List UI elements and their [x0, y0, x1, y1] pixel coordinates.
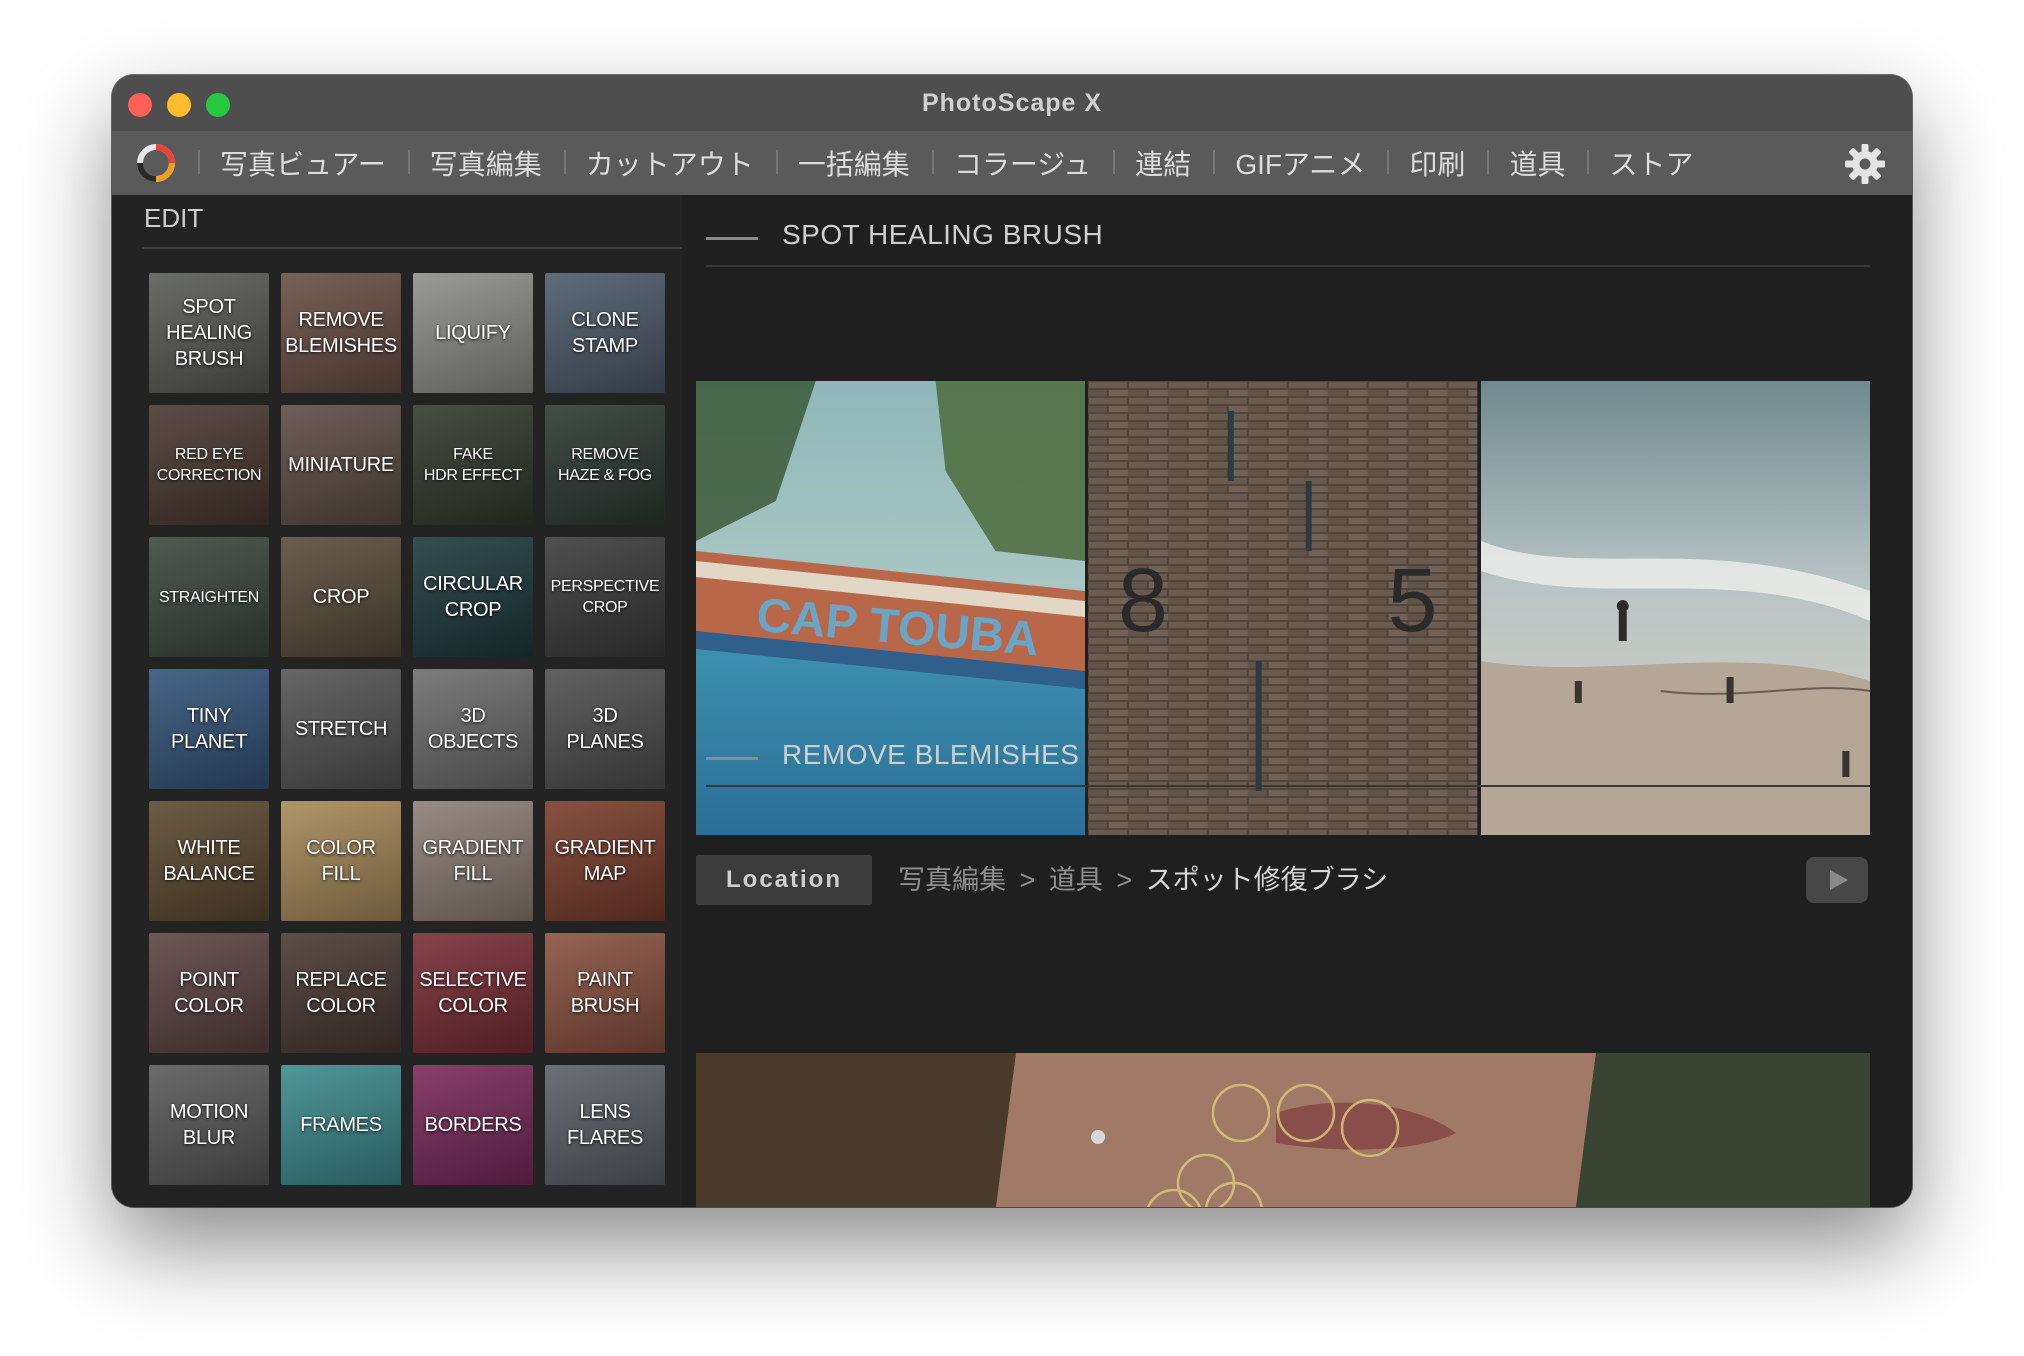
- section-dash: [706, 237, 758, 240]
- section-header-spot-healing: SPOT HEALING BRUSH: [694, 205, 1870, 269]
- tool-tile-label: CROP: [312, 586, 370, 608]
- menu-item[interactable]: 写真ビュアー: [198, 143, 408, 183]
- tool-tile[interactable]: MOTION BLUR: [149, 1065, 269, 1185]
- tool-tile[interactable]: STRAIGHTEN: [149, 537, 269, 657]
- tool-tile[interactable]: COLOR FILL: [281, 801, 401, 921]
- tool-tile[interactable]: PERSPECTIVE CROP: [545, 537, 665, 657]
- tool-tile[interactable]: BORDERS: [413, 1065, 533, 1185]
- tool-tile-label: RED EYE CORRECTION: [156, 446, 262, 484]
- title-bar: PhotoScape X: [112, 75, 1912, 132]
- top-menu-bar: 写真ビュアー 写真編集 カットアウト 一括編集 コラージュ 連結 GIFアニメ 印刷 道具 ストア: [112, 131, 1912, 195]
- menu-item[interactable]: 写真編集: [407, 143, 564, 183]
- tool-tile[interactable]: WHITE BALANCE: [149, 801, 269, 921]
- tool-tile-label: 3D PLANES: [566, 705, 644, 753]
- tool-tile-label: REMOVE BLEMISHES: [285, 309, 397, 357]
- tool-tile[interactable]: RED EYE CORRECTION: [149, 405, 269, 525]
- tool-tile[interactable]: TINY PLANET: [149, 669, 269, 789]
- tool-tile-label: SELECTIVE COLOR: [419, 969, 527, 1017]
- section-title: REMOVE BLEMISHES: [782, 739, 1080, 770]
- menu-item[interactable]: 印刷: [1387, 143, 1487, 183]
- tool-tile-label: TINY PLANET: [170, 705, 247, 753]
- section-divider: [706, 785, 1870, 787]
- tool-tile[interactable]: 3D PLANES: [545, 669, 665, 789]
- tool-tile[interactable]: MINIATURE: [281, 405, 401, 525]
- menu-item[interactable]: コラージュ: [931, 143, 1113, 183]
- tool-tile[interactable]: CLONE STAMP: [545, 273, 665, 393]
- tool-tile-label: FAKE HDR EFFECT: [423, 446, 523, 484]
- play-icon: [1830, 870, 1848, 890]
- tool-tile-label: LENS FLARES: [566, 1101, 643, 1149]
- tool-tile-label: REPLACE COLOR: [295, 969, 387, 1017]
- menu-item[interactable]: 一括編集: [775, 143, 932, 183]
- menu-item[interactable]: 連結: [1113, 143, 1213, 183]
- app-window: PhotoScape X 写真ビュアー 写真編集 カットアウト 一括編集 コラージュ 連結…: [112, 75, 1912, 1207]
- tool-tile-label: WHITE BALANCE: [163, 837, 255, 885]
- main-menu: 写真ビュアー 写真編集 カットアウト 一括編集 コラージュ 連結 GIFアニメ 印刷 道具 ストア: [198, 131, 1715, 195]
- tool-tile-label: BORDERS: [424, 1114, 522, 1136]
- tool-tile-label: GRADIENT MAP: [554, 837, 656, 885]
- sidebar-title: EDIT: [144, 203, 204, 233]
- breadcrumb-current: スポット修復ブラシ: [1145, 865, 1389, 895]
- window-title: PhotoScape X: [921, 89, 1103, 117]
- breadcrumb-separator: >: [1019, 865, 1036, 895]
- tool-tile-label: CIRCULAR CROP: [423, 573, 523, 621]
- tool-tile[interactable]: 3D OBJECTS: [413, 669, 533, 789]
- tool-tile[interactable]: POINT COLOR: [149, 933, 269, 1053]
- tool-tile-label: COLOR FILL: [306, 837, 376, 885]
- breadcrumb-item: 写真編集: [898, 865, 1006, 895]
- menu-item[interactable]: GIFアニメ: [1213, 143, 1387, 183]
- tool-tile-label: MOTION BLUR: [169, 1101, 249, 1149]
- tool-tile[interactable]: PAINT BRUSH: [545, 933, 665, 1053]
- menu-item[interactable]: ストア: [1587, 143, 1715, 183]
- tool-tile-label: FRAMES: [300, 1114, 382, 1136]
- example-photo-face: [696, 1053, 1870, 1207]
- tool-tile-label: PAINT BRUSH: [570, 969, 640, 1017]
- tool-tile[interactable]: REPLACE COLOR: [281, 933, 401, 1053]
- tool-tile[interactable]: CIRCULAR CROP: [413, 537, 533, 657]
- tool-tile-label: MINIATURE: [288, 454, 394, 476]
- tool-tile[interactable]: SPOT HEALING BRUSH: [149, 273, 269, 393]
- section-header-remove-blemishes: REMOVE BLEMISHES: [694, 725, 1870, 789]
- tool-tile-label: PERSPECTIVE CROP: [550, 578, 660, 616]
- tool-detail-panel: SPOT HEALING BRUSH CAP TOUBA 8 5 Locatio…: [682, 195, 1912, 1207]
- tool-tile[interactable]: LENS FLARES: [545, 1065, 665, 1185]
- section-title: SPOT HEALING BRUSH: [782, 219, 1104, 250]
- tool-tile[interactable]: SELECTIVE COLOR: [413, 933, 533, 1053]
- tool-tile-label: GRADIENT FILL: [422, 837, 524, 885]
- video-tutorial-button[interactable]: [1806, 857, 1868, 903]
- section-divider: [706, 265, 1870, 267]
- tool-tile-label: CLONE STAMP: [571, 309, 639, 357]
- tool-tile[interactable]: GRADIENT FILL: [413, 801, 533, 921]
- tool-tile-label: SPOT HEALING BRUSH: [166, 296, 252, 370]
- location-button[interactable]: Location: [696, 855, 872, 905]
- tool-tile-label: STRAIGHTEN: [158, 588, 260, 606]
- photoscape-logo-icon[interactable]: [136, 143, 176, 183]
- svg-text:8: 8: [1118, 551, 1168, 651]
- tool-tile-label: POINT COLOR: [174, 969, 244, 1017]
- section-dash: [706, 757, 758, 760]
- tool-tile-label: REMOVE HAZE & FOG: [558, 446, 652, 484]
- menu-item[interactable]: カットアウト: [563, 143, 776, 183]
- tool-tile[interactable]: REMOVE BLEMISHES: [281, 273, 401, 393]
- tool-tile[interactable]: STRETCH: [281, 669, 401, 789]
- tool-grid: SPOT HEALING BRUSH REMOVE BLEMISHES LIQUIF…: [149, 273, 669, 1185]
- sidebar-divider: [142, 247, 682, 249]
- tool-tile-label: STRETCH: [294, 718, 388, 740]
- tool-tile[interactable]: FAKE HDR EFFECT: [413, 405, 533, 525]
- breadcrumb-separator: >: [1116, 865, 1133, 895]
- tool-tile[interactable]: REMOVE HAZE & FOG: [545, 405, 665, 525]
- gear-icon[interactable]: [1844, 143, 1886, 185]
- tool-tile[interactable]: CROP: [281, 537, 401, 657]
- tool-tile[interactable]: GRADIENT MAP: [545, 801, 665, 921]
- tool-location-breadcrumb: 写真編集 > 道具 > スポット修復ブラシ: [898, 855, 1388, 905]
- menu-item[interactable]: 道具: [1487, 143, 1587, 183]
- tool-tile-label: 3D OBJECTS: [427, 705, 519, 753]
- breadcrumb-item: 道具: [1048, 865, 1103, 895]
- tool-tile[interactable]: LIQUIFY: [413, 273, 533, 393]
- tool-tile-label: LIQUIFY: [435, 322, 511, 344]
- tool-tile[interactable]: FRAMES: [281, 1065, 401, 1185]
- edit-sidebar: EDIT SPOT HEALING BRUSH REMOVE BLEMISHES L…: [112, 195, 682, 1207]
- svg-text:5: 5: [1388, 551, 1438, 651]
